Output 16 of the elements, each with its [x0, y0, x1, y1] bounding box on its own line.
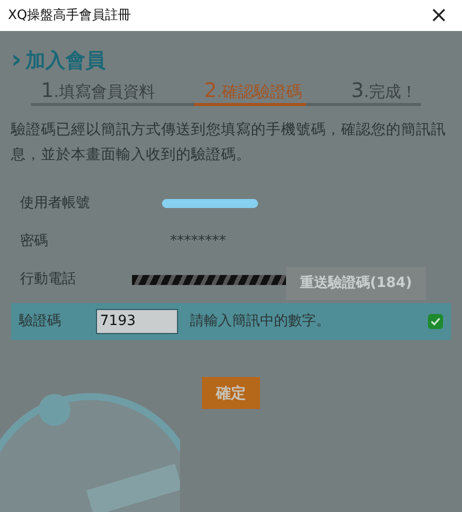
confirm-button[interactable]: 確定	[202, 376, 260, 410]
field-label: 驗證碼	[19, 312, 62, 331]
field-label: 行動電話	[20, 270, 77, 290]
step-tab[interactable]: 3.完成！	[341, 77, 421, 106]
field-value: ********	[170, 232, 226, 252]
close-button[interactable]: ×	[426, 4, 452, 26]
hint-text: 請輸入簡訊中的數字。	[190, 312, 330, 331]
field-label: 密碼	[20, 232, 49, 252]
page-heading: 加入會員	[26, 47, 106, 74]
verification-code-field[interactable]: 7193	[96, 308, 178, 334]
step-tab[interactable]: 1.填寫會員資料	[31, 77, 159, 106]
chevron-icon: ›	[11, 47, 22, 73]
field-label: 使用者帳號	[20, 194, 91, 214]
window-title: XQ操盤高手會員註冊	[8, 6, 132, 25]
instruction-text: 驗證碼已經以簡訊方式傳送到您填寫的手機號碼，確認您的簡訊訊息，並於本畫面輸入收到的驗證碼。	[11, 120, 447, 166]
step-tab[interactable]: 2.確認驗證碼	[194, 77, 306, 106]
